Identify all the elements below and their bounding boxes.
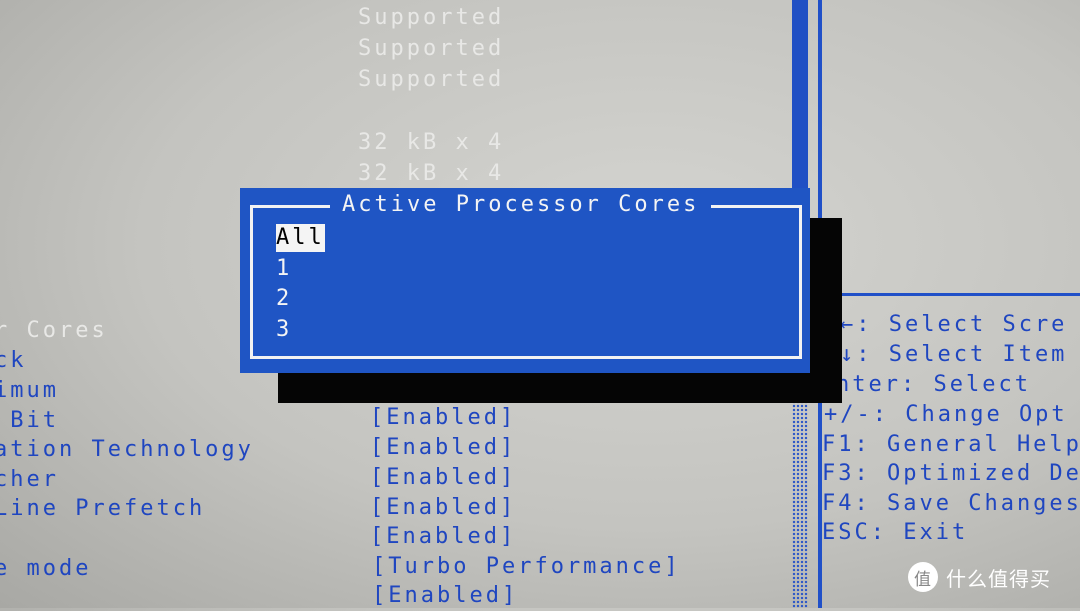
option-3[interactable]: 3 <box>276 316 292 344</box>
help-line: F1: General Help <box>822 432 1080 457</box>
info-value: 32 kB x 4 <box>358 161 505 186</box>
option-2[interactable]: 2 <box>276 285 292 313</box>
help-line: F3: Optimized De <box>822 461 1080 486</box>
help-line: ↓: Select Item <box>840 342 1068 367</box>
watermark-logo-icon: 值 <box>908 562 938 592</box>
popup-frame <box>250 205 802 359</box>
info-value: Supported <box>358 5 505 30</box>
help-line: F4: Save Changes <box>822 491 1080 516</box>
setting-label[interactable]: Line Prefetch <box>0 494 205 524</box>
setting-value[interactable]: [Enabled] <box>370 522 516 552</box>
info-value: 32 kB x 4 <box>358 130 505 155</box>
help-line: nter: Select <box>836 372 1031 397</box>
setting-active-cores[interactable]: r Cores <box>0 316 108 346</box>
option-all[interactable]: All <box>276 224 325 252</box>
setting-value[interactable]: [Enabled] <box>370 463 516 493</box>
help-line: +/-: Change Opt <box>824 402 1068 427</box>
setting-value[interactable]: [Enabled] <box>372 581 518 611</box>
popup-title: Active Processor Cores <box>330 190 712 220</box>
scrollbar-thumb[interactable] <box>792 0 808 190</box>
help-line: ESC: Exit <box>822 520 969 545</box>
setting-value[interactable]: [Turbo Performance] <box>372 552 681 582</box>
setting-label[interactable]: ation Technology <box>0 435 254 465</box>
setting-value[interactable]: [Enabled] <box>370 403 516 433</box>
watermark-text: 什么值得买 <box>946 566 1051 591</box>
setting-label[interactable]: Bit <box>0 406 59 436</box>
setting-label[interactable]: ck <box>0 346 27 376</box>
setting-label[interactable]: cher <box>0 465 59 495</box>
watermark: 值 什么值得买 <box>908 562 1051 592</box>
help-divider <box>840 293 1080 296</box>
setting-label[interactable]: e mode <box>0 554 91 584</box>
option-1[interactable]: 1 <box>276 255 292 283</box>
info-value: Supported <box>358 36 505 61</box>
setting-label[interactable]: imum <box>0 376 59 406</box>
setting-value[interactable]: [Enabled] <box>370 433 516 463</box>
active-cores-popup: Active Processor Cores All 1 2 3 <box>240 188 810 373</box>
info-value: Supported <box>358 67 505 92</box>
help-line: ←: Select Scre <box>840 312 1068 337</box>
setting-value[interactable]: [Enabled] <box>370 493 516 523</box>
